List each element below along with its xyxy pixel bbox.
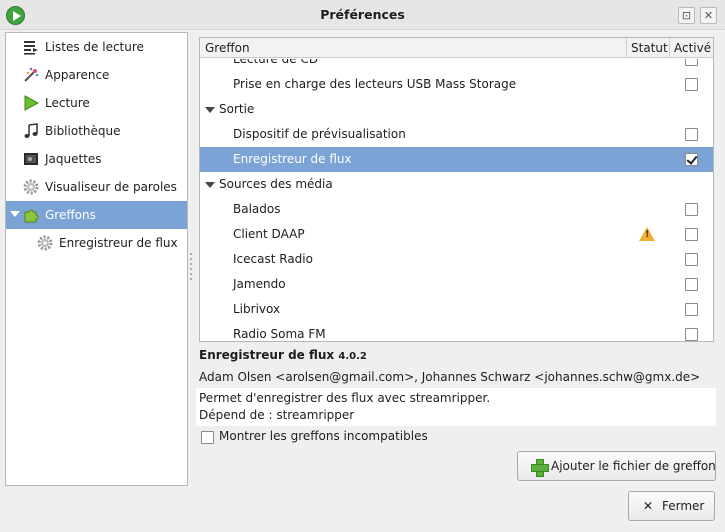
title-bar: Préférences ⊡ ✕ (0, 0, 725, 30)
plugin-label: Lecture de CD (233, 59, 319, 66)
warning-icon (639, 227, 655, 241)
sidebar-item-label: Bibliothèque (45, 124, 121, 138)
plugin-description-box: Permet d'enregistrer des flux avec strea… (196, 388, 716, 426)
plugin-label: Radio Soma FM (233, 327, 326, 341)
plugin-label: Prise en charge des lecteurs USB Mass St… (233, 77, 517, 91)
plugin-group-row[interactable]: Sortie (200, 97, 713, 122)
close-window-button[interactable]: ✕ (700, 7, 717, 24)
appearance-wand-icon (24, 67, 39, 82)
sidebar-item-label: Jaquettes (45, 152, 102, 166)
column-header-enabled[interactable]: Activé (674, 41, 711, 55)
plugin-row[interactable]: Jamendo (200, 272, 713, 297)
plugin-enabled-checkbox[interactable] (685, 203, 698, 216)
plugin-list-body: Lecture de CD Prise en charge des lecteur… (200, 59, 713, 341)
plugin-version: 4.0.2 (338, 351, 367, 362)
sidebar-item-label: Lecture (45, 96, 90, 110)
column-header-status[interactable]: Statut (631, 41, 668, 55)
plugin-label: Icecast Radio (233, 252, 313, 266)
plugin-row[interactable]: Client DAAP (200, 222, 713, 247)
show-incompatible-label: Montrer les greffons incompatibles (219, 429, 428, 443)
plugin-row[interactable]: Lecture de CD (200, 59, 713, 72)
plugin-label: Balados (233, 202, 281, 216)
sidebar-item-stream-recorder[interactable]: Enregistreur de flux (6, 229, 187, 257)
sidebar-item-covers[interactable]: Jaquettes (6, 145, 187, 173)
plugin-row[interactable]: Balados (200, 197, 713, 222)
puzzle-icon (24, 209, 39, 223)
plugin-name: Enregistreur de flux (199, 348, 335, 362)
plugin-description: Permet d'enregistrer des flux avec strea… (199, 391, 491, 405)
plugin-label: Client DAAP (233, 227, 305, 241)
cover-art-icon (24, 153, 38, 165)
plugin-label: Enregistreur de flux (233, 152, 352, 166)
plugin-enabled-checkbox[interactable] (685, 278, 698, 291)
window-title: Préférences (320, 7, 405, 22)
sidebar-item-lyrics-viewer[interactable]: Visualiseur de paroles (6, 173, 187, 201)
plugin-row[interactable]: Icecast Radio (200, 247, 713, 272)
maximize-button[interactable]: ⊡ (678, 7, 695, 24)
plugin-row[interactable]: Dispositif de prévisualisation (200, 122, 713, 147)
plugin-dependencies: Dépend de : streamripper (199, 408, 355, 422)
sidebar-item-playlists[interactable]: Listes de lecture (6, 33, 187, 61)
plugin-label: Librivox (233, 302, 281, 316)
playlist-icon (24, 41, 38, 55)
plugin-row[interactable]: Librivox (200, 297, 713, 322)
plugin-label: Jamendo (233, 277, 286, 291)
plugin-label: Dispositif de prévisualisation (233, 127, 406, 141)
plugin-enabled-checkbox[interactable] (685, 253, 698, 266)
plugin-authors: Adam Olsen <arolsen@gmail.com>, Johannes… (199, 370, 701, 384)
gear-icon (23, 179, 39, 195)
music-note-icon (24, 123, 38, 138)
close-button[interactable]: ✕ Fermer (628, 491, 715, 521)
plugin-row[interactable]: Radio Soma FM (200, 322, 713, 341)
sidebar-item-label: Listes de lecture (45, 40, 144, 54)
column-header-plugin[interactable]: Greffon (205, 41, 250, 55)
plugin-enabled-checkbox[interactable] (685, 59, 698, 66)
plugin-list: Greffon Statut Activé Lecture de CD Prise… (199, 37, 714, 342)
plugin-enabled-checkbox[interactable] (685, 153, 698, 166)
plugin-group-label: Sortie (219, 102, 255, 116)
plugin-enabled-checkbox[interactable] (685, 128, 698, 141)
add-plugin-file-label: Ajouter le fichier de greffon (551, 459, 716, 473)
pane-splitter-handle[interactable] (188, 250, 194, 290)
plugin-enabled-checkbox[interactable] (685, 78, 698, 91)
plus-icon (531, 459, 549, 477)
plugin-row[interactable]: Enregistreur de flux (200, 147, 713, 172)
plugin-group-label: Sources des média (219, 177, 333, 191)
sidebar-item-label: Visualiseur de paroles (45, 180, 177, 194)
expander-arrow-icon[interactable] (205, 107, 215, 113)
plugin-detail-title: Enregistreur de flux 4.0.2 (199, 348, 367, 362)
close-x-icon: ✕ (643, 499, 654, 513)
add-plugin-file-button[interactable]: Ajouter le fichier de greffon (517, 451, 716, 481)
plugin-enabled-checkbox[interactable] (685, 303, 698, 316)
sidebar-item-label: Apparence (45, 68, 110, 82)
expander-arrow-icon[interactable] (10, 211, 20, 217)
sidebar-item-library[interactable]: Bibliothèque (6, 117, 187, 145)
plugin-group-row[interactable]: Sources des média (200, 172, 713, 197)
expander-arrow-icon[interactable] (205, 182, 215, 188)
play-icon (24, 95, 39, 111)
close-button-label: Fermer (662, 499, 705, 513)
sidebar-item-playback[interactable]: Lecture (6, 89, 187, 117)
sidebar-item-appearance[interactable]: Apparence (6, 61, 187, 89)
sidebar-item-label: Greffons (45, 208, 96, 222)
plugin-enabled-checkbox[interactable] (685, 328, 698, 341)
plugin-row[interactable]: Prise en charge des lecteurs USB Mass St… (200, 72, 713, 97)
plugin-list-header: Greffon Statut Activé (200, 38, 713, 58)
sidebar-item-label: Enregistreur de flux (59, 236, 178, 250)
sidebar-item-plugins[interactable]: Greffons (6, 201, 187, 229)
preferences-sidebar: Listes de lecture Apparence Lecture Bibl… (5, 32, 188, 486)
plugin-enabled-checkbox[interactable] (685, 228, 698, 241)
show-incompatible-checkbox[interactable] (201, 431, 214, 444)
gear-icon (37, 235, 53, 251)
